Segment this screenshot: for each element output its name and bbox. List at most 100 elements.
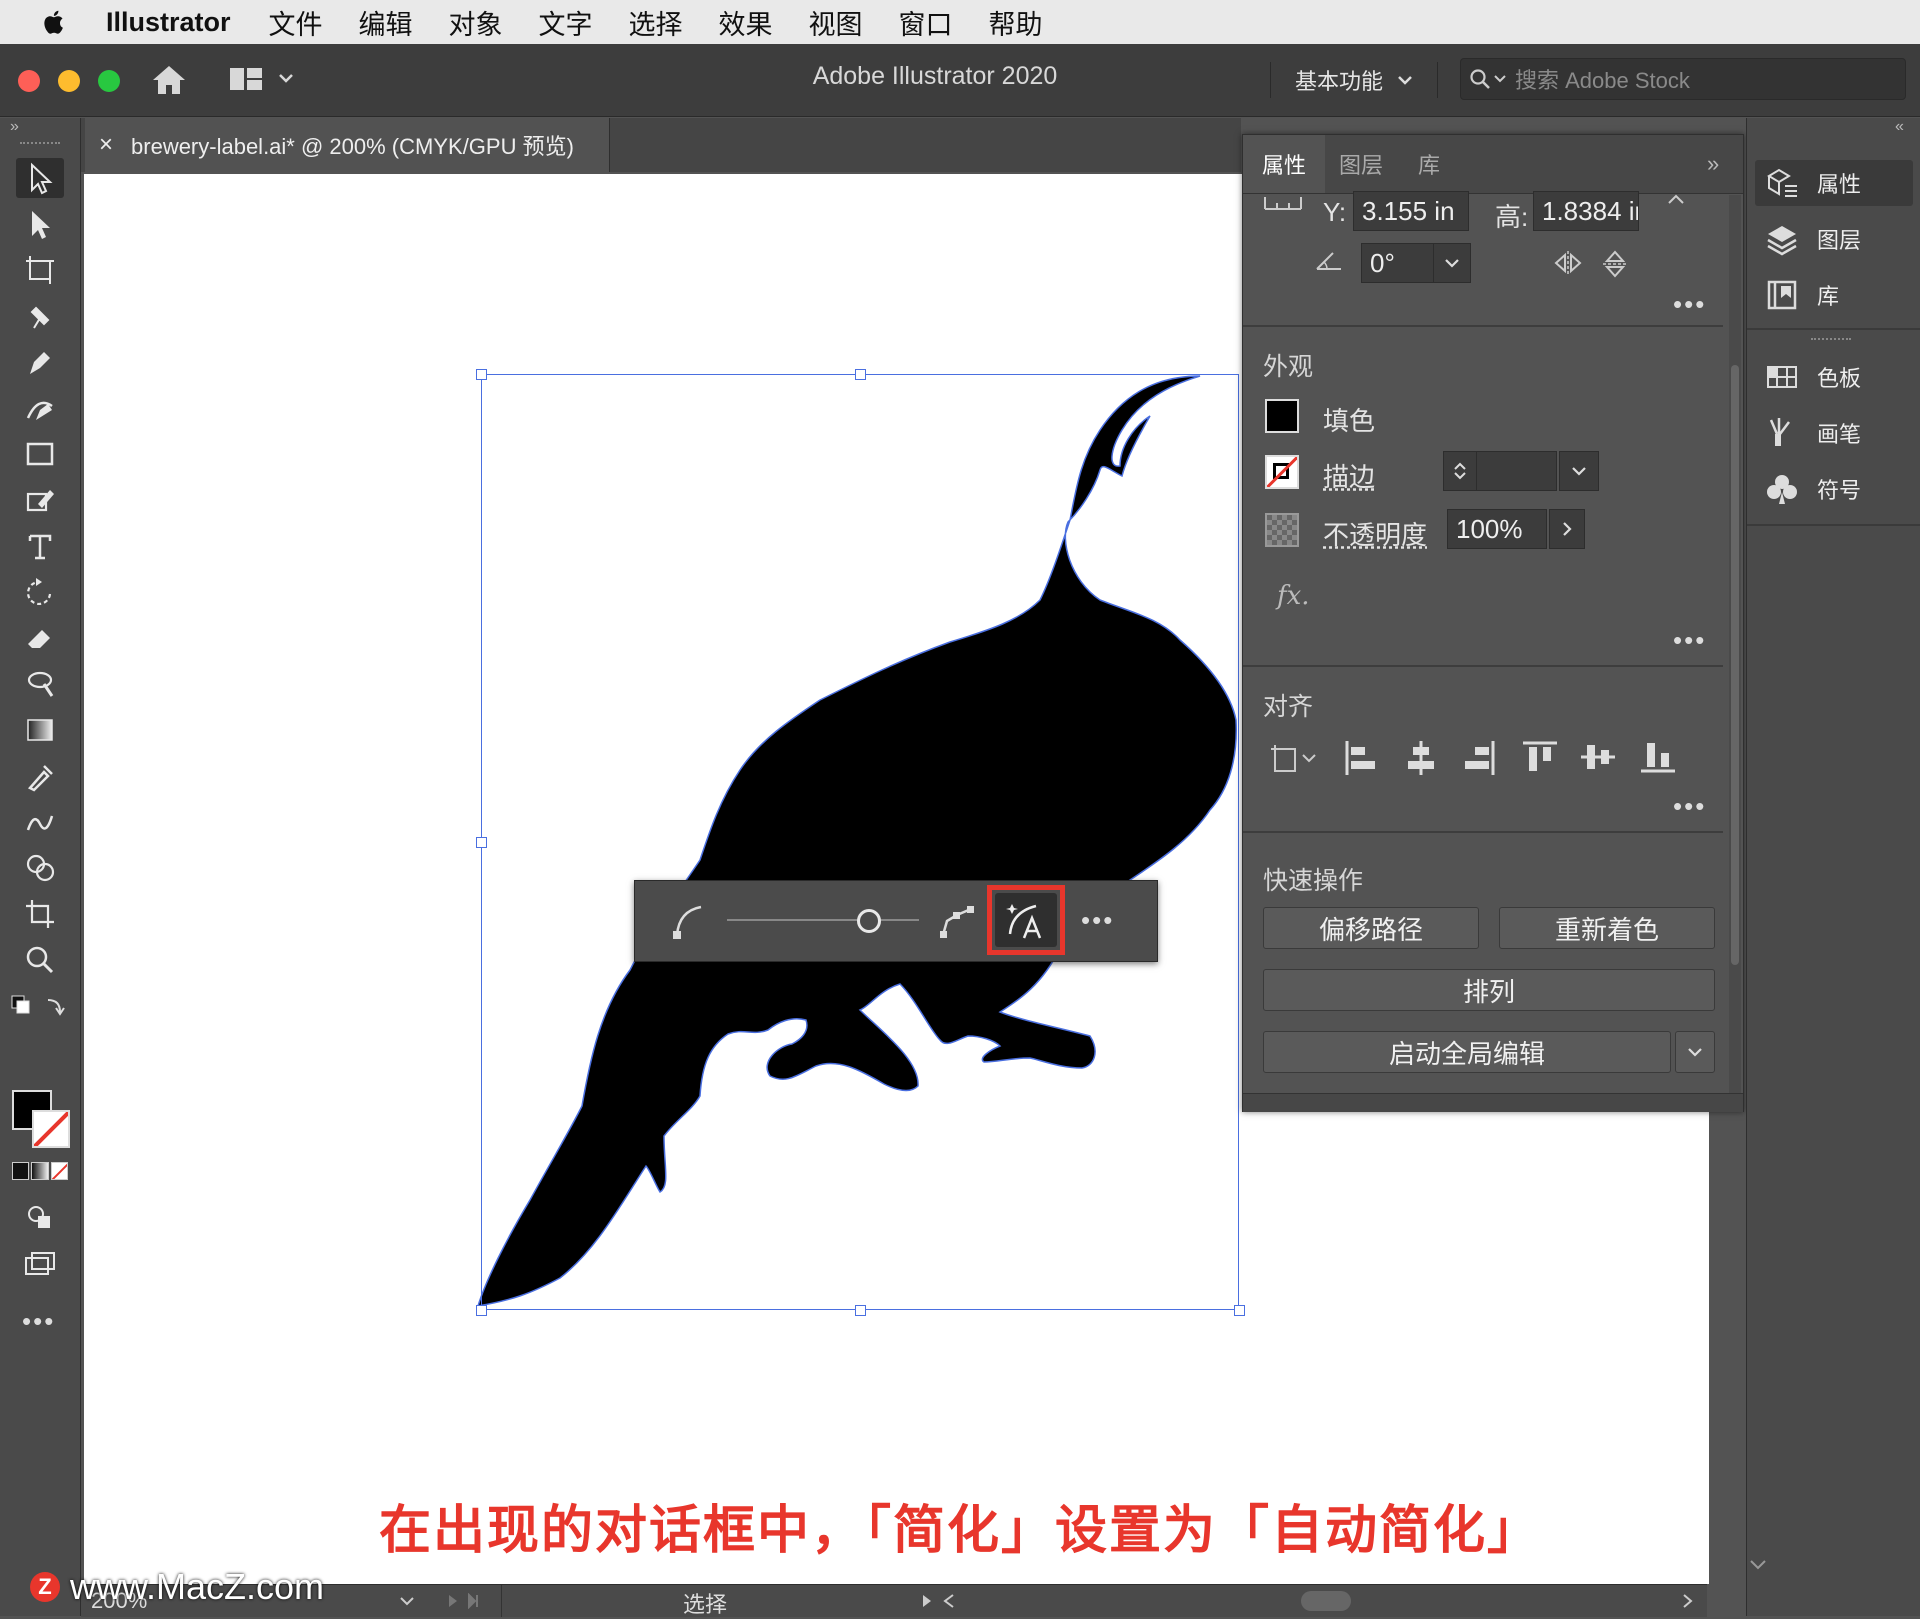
collapse-panel-icon[interactable]: »: [1707, 151, 1719, 177]
align-bottom-icon[interactable]: [1639, 739, 1677, 775]
angle-field[interactable]: 0°: [1361, 243, 1471, 283]
dock-swatches[interactable]: 色板: [1755, 354, 1913, 400]
align-horizontal-center-icon[interactable]: [1403, 739, 1439, 777]
chevron-down-icon[interactable]: [1433, 244, 1470, 282]
transform-more-icon[interactable]: •••: [1673, 289, 1706, 320]
chevron-up-icon[interactable]: [1453, 461, 1467, 471]
align-right-icon[interactable]: [1461, 739, 1497, 777]
menu-view[interactable]: 视图: [809, 3, 863, 42]
tab-layers[interactable]: 图层: [1339, 135, 1383, 193]
align-vertical-center-icon[interactable]: [1579, 739, 1617, 775]
selection-handle[interactable]: [476, 837, 487, 848]
chevron-right-icon[interactable]: [1681, 1593, 1695, 1609]
toolbar-grip[interactable]: [20, 142, 60, 148]
curvature-tool-icon[interactable]: [16, 388, 64, 428]
menu-edit[interactable]: 编辑: [359, 3, 413, 42]
status-menu-arrows[interactable]: [919, 1593, 959, 1609]
dock-brushes[interactable]: 画笔: [1755, 410, 1913, 456]
height-field[interactable]: 1.8384 in: [1533, 191, 1639, 231]
stroke-label[interactable]: 描边: [1323, 457, 1375, 494]
dock-grip[interactable]: [1811, 338, 1851, 344]
document-tab[interactable]: × brewery-label.ai* @ 200% (CMYK/GPU 预览): [85, 118, 610, 172]
workspace-switcher[interactable]: 基本功能: [1270, 62, 1438, 98]
auto-simplify-button[interactable]: [995, 893, 1057, 947]
close-tab-icon[interactable]: ×: [99, 131, 113, 159]
simplify-slider-thumb[interactable]: [857, 909, 881, 933]
dock-symbols[interactable]: 符号: [1755, 466, 1913, 512]
stroke-weight-field[interactable]: [1443, 451, 1557, 491]
menu-object[interactable]: 对象: [449, 3, 503, 42]
selection-handle[interactable]: [476, 1305, 487, 1316]
apple-icon[interactable]: [40, 7, 70, 37]
selection-handle[interactable]: [1234, 1305, 1245, 1316]
stock-search-input[interactable]: 搜索 Adobe Stock: [1460, 58, 1906, 100]
eyedropper-tool-icon[interactable]: [16, 756, 64, 796]
status-mode-label[interactable]: 选择: [683, 1587, 727, 1619]
shaper-tool-icon[interactable]: [16, 480, 64, 520]
effects-fx-button[interactable]: fx.: [1277, 581, 1310, 611]
eraser-tool-icon[interactable]: [16, 618, 64, 658]
fill-swatch[interactable]: [1265, 399, 1299, 433]
align-more-icon[interactable]: •••: [1673, 791, 1706, 822]
puppet-warp-tool-icon[interactable]: [16, 296, 64, 336]
align-to-selection-icon[interactable]: [1269, 741, 1319, 777]
global-edit-options-dropdown[interactable]: [1675, 1031, 1715, 1073]
tab-properties[interactable]: 属性: [1243, 135, 1325, 193]
horizontal-scrollbar-thumb[interactable]: [1301, 1591, 1351, 1611]
menu-type[interactable]: 文字: [539, 3, 593, 42]
opacity-label[interactable]: 不透明度: [1323, 515, 1427, 552]
opacity-slider-toggle[interactable]: [1549, 509, 1585, 549]
more-options-icon[interactable]: •••: [1081, 905, 1114, 936]
flip-vertical-icon[interactable]: [1601, 249, 1629, 279]
rotate-tool-icon[interactable]: [16, 572, 64, 612]
none-icon[interactable]: [51, 1162, 68, 1180]
flip-horizontal-icon[interactable]: [1553, 249, 1583, 277]
chevron-down-icon[interactable]: [1453, 471, 1467, 481]
chevron-down-icon[interactable]: [399, 1595, 415, 1607]
chevron-up-icon[interactable]: [1667, 193, 1685, 205]
menu-select[interactable]: 选择: [629, 3, 683, 42]
artboard-nav-icon[interactable]: [445, 1593, 485, 1609]
color-mode-buttons[interactable]: [12, 1162, 68, 1180]
menu-help[interactable]: 帮助: [989, 3, 1043, 42]
draw-mode-icon[interactable]: [16, 1198, 64, 1238]
gradient-icon[interactable]: [31, 1162, 48, 1180]
pen-tool-icon[interactable]: [16, 342, 64, 382]
gradient-tool-icon[interactable]: [16, 710, 64, 750]
recolor-button[interactable]: 重新着色: [1499, 907, 1715, 949]
blend-tool-icon[interactable]: [16, 802, 64, 842]
selection-handle[interactable]: [855, 369, 866, 380]
menu-window[interactable]: 窗口: [899, 3, 953, 42]
y-position-field[interactable]: 3.155 in: [1353, 191, 1469, 231]
color-icon[interactable]: [12, 1162, 29, 1180]
simplify-slider-track[interactable]: [727, 919, 919, 921]
stroke-swatch[interactable]: [1265, 455, 1299, 489]
rectangle-tool-icon[interactable]: [16, 434, 64, 474]
expand-dock-icon[interactable]: «: [1895, 118, 1904, 136]
crop-artboard-tool-icon[interactable]: [16, 894, 64, 934]
selection-handle[interactable]: [855, 1305, 866, 1316]
menu-effect[interactable]: 效果: [719, 3, 773, 42]
align-left-icon[interactable]: [1343, 739, 1379, 777]
stroke-color-swatch[interactable]: [32, 1110, 70, 1148]
panel-scrollbar-thumb[interactable]: [1731, 365, 1739, 965]
dock-layers[interactable]: 图层: [1755, 216, 1913, 262]
stroke-weight-dropdown[interactable]: [1559, 451, 1599, 491]
app-menu[interactable]: Illustrator: [106, 7, 231, 38]
menu-file[interactable]: 文件: [269, 3, 323, 42]
panel-resize-handle[interactable]: [1243, 1093, 1743, 1112]
zoom-tool-icon[interactable]: [16, 940, 64, 980]
selection-handle[interactable]: [476, 369, 487, 380]
default-colors-swap-icon[interactable]: [8, 988, 68, 1028]
shape-builder-tool-icon[interactable]: [16, 848, 64, 888]
selection-tool-icon[interactable]: [16, 158, 64, 198]
direct-selection-tool-icon[interactable]: [16, 204, 64, 244]
reference-point-icon[interactable]: [1263, 195, 1303, 211]
arrange-button[interactable]: 排列: [1263, 969, 1715, 1011]
type-tool-icon[interactable]: [16, 526, 64, 566]
edit-toolbar-more-icon[interactable]: •••: [22, 1306, 55, 1337]
opacity-field[interactable]: 100%: [1447, 509, 1547, 549]
offset-path-button[interactable]: 偏移路径: [1263, 907, 1479, 949]
tab-libraries[interactable]: 库: [1418, 135, 1440, 193]
artboard-tool-icon[interactable]: [16, 250, 64, 290]
